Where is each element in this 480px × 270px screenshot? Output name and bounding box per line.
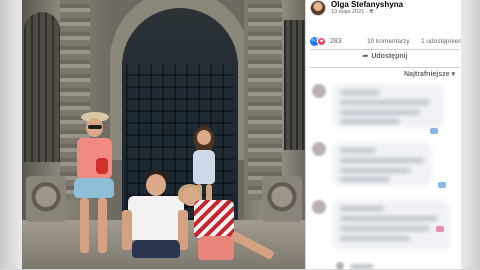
post-date-text[interactable]: 13 maja 2021 bbox=[331, 9, 364, 15]
commenter-avatar bbox=[312, 142, 326, 156]
divider bbox=[310, 67, 460, 68]
photo-person bbox=[70, 112, 120, 262]
love-reaction-icon[interactable]: ♥ bbox=[317, 37, 326, 46]
comments-sort-label: Najtrafniejsze bbox=[404, 71, 450, 78]
photo-window-left bbox=[24, 12, 60, 162]
comment-count[interactable]: 10 komentarzy bbox=[367, 38, 410, 45]
reaction-badge bbox=[430, 128, 438, 134]
photo-person bbox=[172, 180, 282, 269]
post-header: Olga Stefanyshyna 13 maja 2021 · 🌐︎ bbox=[306, 0, 462, 20]
page-margin-right bbox=[461, 0, 480, 269]
screenshot-frame: Olga Stefanyshyna 13 maja 2021 · 🌐︎ 👍︎ ♥… bbox=[0, 0, 480, 270]
reaction-badge bbox=[436, 226, 444, 232]
comment-bubble bbox=[332, 142, 432, 186]
post-photo[interactable] bbox=[22, 0, 305, 269]
share-button-label: Udostępnij bbox=[371, 53, 408, 60]
share-button[interactable]: ➦ Udostępnij bbox=[310, 52, 460, 66]
commenter-avatar bbox=[312, 84, 326, 98]
post-panel: Olga Stefanyshyna 13 maja 2021 · 🌐︎ 👍︎ ♥… bbox=[305, 0, 467, 270]
list-item bbox=[312, 200, 456, 256]
author-name[interactable]: Olga Stefanyshyna bbox=[331, 0, 403, 9]
divider bbox=[310, 49, 460, 50]
globe-icon: · 🌐︎ bbox=[365, 9, 374, 15]
list-item bbox=[312, 84, 456, 134]
comment-bubble bbox=[332, 200, 450, 250]
reaction-count[interactable]: 283 bbox=[330, 38, 342, 45]
photo-window-right bbox=[284, 20, 305, 150]
comment-bubble bbox=[332, 84, 444, 128]
author-avatar[interactable] bbox=[310, 0, 326, 16]
list-item bbox=[312, 142, 456, 192]
reaction-bar: 👍︎ ♥ 283 10 komentarzy 1 udostępnienie bbox=[310, 37, 467, 47]
commenter-avatar bbox=[312, 200, 326, 214]
photo-pillar bbox=[248, 0, 282, 200]
photo-relief bbox=[26, 176, 66, 222]
share-arrow-icon: ➦ bbox=[362, 53, 369, 60]
post-date[interactable]: 13 maja 2021 · 🌐︎ bbox=[331, 9, 374, 16]
comments-sort-dropdown[interactable]: Najtrafniejsze ▾ bbox=[404, 70, 455, 78]
reaction-badge bbox=[438, 182, 446, 188]
comment-actions bbox=[350, 264, 374, 269]
caret-down-icon: ▾ bbox=[451, 71, 455, 78]
